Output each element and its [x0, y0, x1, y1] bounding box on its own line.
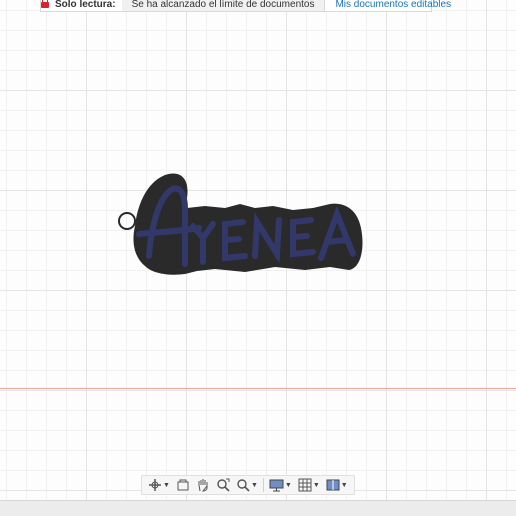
- viewports-icon: [326, 479, 340, 491]
- keychain-model[interactable]: [115, 168, 370, 280]
- read-only-banner: Solo lectura: Se ha alcanzado el límite …: [40, 0, 451, 12]
- fit-icon: [177, 479, 189, 491]
- zoom-icon: [237, 479, 250, 492]
- x-axis-line: [0, 388, 516, 389]
- orbit-icon: [149, 479, 161, 491]
- zoom-button[interactable]: ▼: [236, 476, 258, 494]
- pan-icon: [198, 479, 208, 492]
- keyring-hole: [118, 212, 136, 230]
- toolbar-separator: [262, 478, 264, 492]
- pan-button[interactable]: [196, 476, 210, 494]
- lock-icon: [41, 0, 49, 8]
- fit-button[interactable]: [176, 476, 190, 494]
- editable-documents-link[interactable]: Mis documentos editables: [324, 0, 451, 11]
- grid-settings-button[interactable]: ▼: [298, 476, 320, 494]
- display-icon: [269, 479, 284, 492]
- display-settings-button[interactable]: ▼: [269, 476, 292, 494]
- bottom-strip: [0, 500, 516, 516]
- read-only-label: Solo lectura:: [55, 0, 116, 10]
- limit-message: Se ha alcanzado el límite de documentos: [121, 0, 325, 11]
- zoom-window-icon: [217, 478, 230, 492]
- viewports-button[interactable]: ▼: [326, 476, 348, 494]
- grid-icon: [298, 478, 312, 492]
- zoom-window-button[interactable]: [216, 476, 230, 494]
- navigation-toolbar: ▼ ▼ ▼ ▼ ▼: [141, 475, 355, 495]
- orbit-button[interactable]: ▼: [148, 476, 170, 494]
